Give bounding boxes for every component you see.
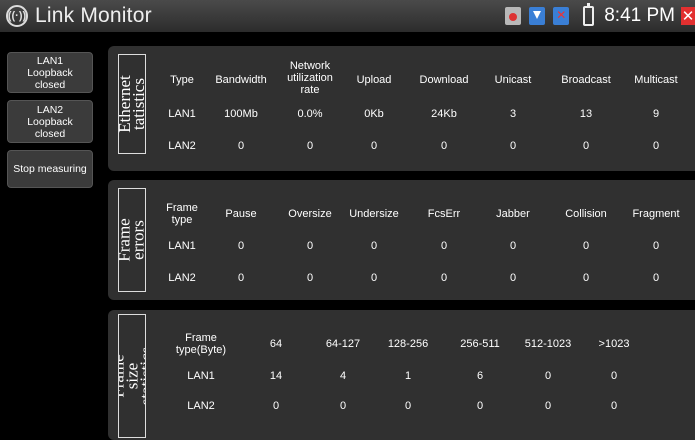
- stop-measuring-button[interactable]: Stop measuring: [7, 150, 93, 188]
- column-header: >1023: [598, 338, 630, 350]
- battery-icon: [583, 3, 595, 26]
- frame-size-statistics-title: Frame size statistics: [118, 346, 146, 406]
- column-header: Frame type: [166, 202, 198, 226]
- table-cell: 0: [610, 370, 618, 382]
- column-header: Bandwidth: [215, 74, 267, 86]
- frame-errors-panel: Frame errors Frame type Pause Oversize Unde…: [108, 180, 695, 300]
- lan1-loopback-button[interactable]: LAN1 Loopback closed: [7, 52, 93, 93]
- ethernet-statistics-panel: Ethernet tatistics Type Bandwidth Network …: [108, 46, 695, 171]
- table-cell: 0: [652, 240, 660, 252]
- table-cell: 0: [652, 140, 660, 152]
- lan2-loopback-label: LAN2 Loopback closed: [27, 103, 73, 140]
- status-area: 8:41 PM ✕: [497, 0, 695, 32]
- table-cell: 0: [610, 400, 618, 412]
- ethernet-statistics-label: Ethernet tatistics: [118, 54, 146, 154]
- table-cell: 0: [652, 272, 660, 284]
- stop-measuring-label: Stop measuring: [13, 163, 87, 175]
- download-icon[interactable]: [529, 7, 546, 25]
- wifi-symbol-icon: ((·)): [6, 5, 28, 27]
- column-header: Fragment: [632, 208, 680, 220]
- record-icon[interactable]: [505, 7, 522, 25]
- column-header: Frame type(Byte): [175, 332, 227, 356]
- table-cell: 9: [652, 108, 660, 120]
- app-title: Link Monitor: [35, 4, 152, 27]
- frame-size-statistics-label: Frame size statistics: [118, 314, 146, 438]
- close-icon[interactable]: ✕: [681, 7, 695, 25]
- lan1-loopback-label: LAN1 Loopback closed: [27, 54, 73, 91]
- column-header: Multicast: [634, 74, 678, 86]
- lan2-loopback-button[interactable]: LAN2 Loopback closed: [7, 100, 93, 143]
- clock: 8:41 PM: [604, 5, 675, 26]
- title-bar: ((·)) Link Monitor 8:41 PM ✕: [0, 0, 695, 32]
- usb-error-icon[interactable]: [553, 7, 570, 25]
- frame-size-statistics-panel: Frame size statistics Frame type(Byte) 64…: [108, 310, 695, 440]
